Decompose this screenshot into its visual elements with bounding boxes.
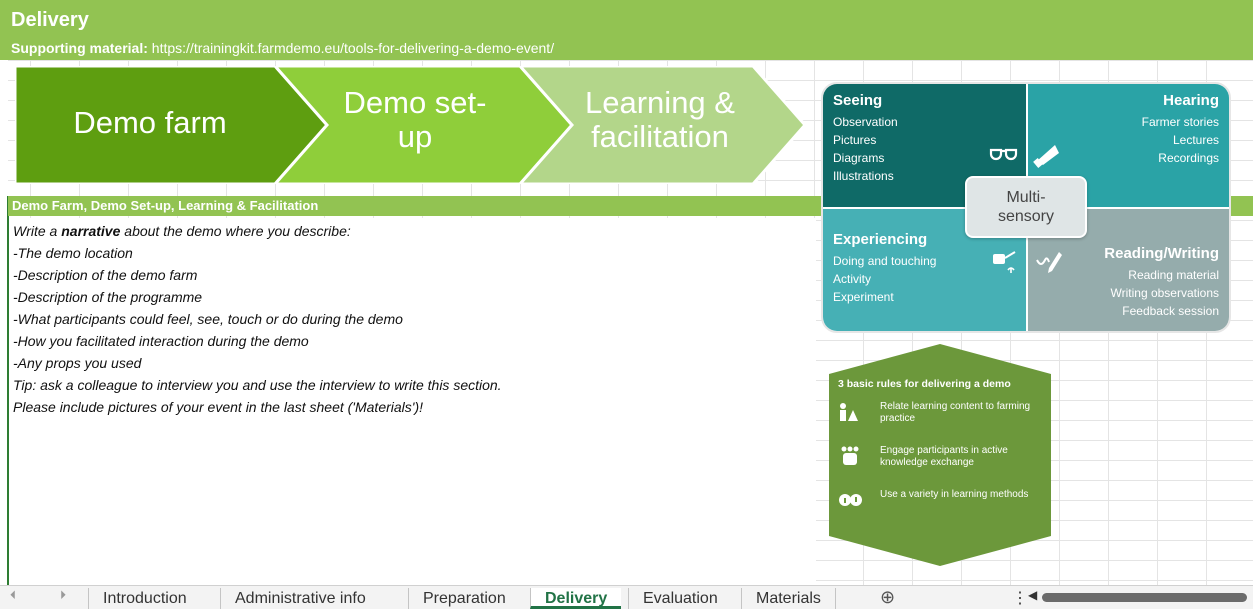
watering-can-icon xyxy=(993,251,1016,273)
reading-title: Reading/Writing xyxy=(1104,245,1219,262)
list-item: -Any props you used xyxy=(13,355,142,371)
experiencing-item: Activity xyxy=(833,272,872,286)
multisensory-diagram: Seeing Observation Pictures Diagrams Ill… xyxy=(821,82,1231,333)
hearing-title: Hearing xyxy=(1163,92,1219,109)
rule-item: Engage participants in active knowledge … xyxy=(838,445,1050,489)
page-title: Delivery xyxy=(11,9,89,31)
multisensory-center: Multi- sensory xyxy=(965,176,1087,238)
heads-icon xyxy=(839,494,862,506)
hearing-item: Recordings xyxy=(1158,151,1219,165)
tab-evaluation[interactable]: Evaluation xyxy=(628,588,732,609)
experiencing-item: Doing and touching xyxy=(833,254,937,268)
section-title: Demo Farm, Demo Set-up, Learning & Facil… xyxy=(12,198,319,213)
list-item: -The demo location xyxy=(13,245,133,261)
narrative-cell[interactable]: Write a narrative about the demo where y… xyxy=(13,220,813,418)
rule-item: Relate learning content to farming pract… xyxy=(838,401,1050,445)
tab-preparation[interactable]: Preparation xyxy=(408,588,520,609)
megaphone-icon xyxy=(1033,145,1059,168)
pictures-note: Please include pictures of your event in… xyxy=(13,399,423,415)
reading-item: Feedback session xyxy=(1122,304,1219,318)
hearing-item: Farmer stories xyxy=(1141,115,1219,129)
hearing-item: Lectures xyxy=(1172,133,1219,147)
chevron-label-demo-farm: Demo farm xyxy=(73,105,227,140)
chevron-label-learning: Learning & facilitation xyxy=(585,85,735,154)
teacher-icon xyxy=(840,403,858,421)
list-item: -Description of the demo farm xyxy=(13,267,198,283)
seeing-item: Observation xyxy=(833,115,898,129)
rule-item: Use a variety in learning methods xyxy=(838,489,1050,533)
tab-materials[interactable]: Materials xyxy=(741,588,836,609)
tab-administrative-info[interactable]: Administrative info xyxy=(220,588,380,609)
more-options-icon[interactable]: ⋮ xyxy=(1012,588,1028,608)
rule-text: Relate learning content to farming pract… xyxy=(880,401,1031,424)
rule-text: Use a variety in learning methods xyxy=(880,489,1029,500)
hscroll-left-icon[interactable]: ◀ xyxy=(1028,588,1037,602)
rule-text: Engage participants in active knowledge … xyxy=(880,445,1008,468)
supporting-material-link[interactable]: https://trainingkit.farmdemo.eu/tools-fo… xyxy=(152,40,554,56)
list-item: -What participants could feel, see, touc… xyxy=(13,311,403,327)
glasses-icon xyxy=(989,148,1018,161)
seeing-title: Seeing xyxy=(833,92,883,109)
experiencing-item: Experiment xyxy=(833,290,894,304)
group-icon xyxy=(841,446,859,465)
rules-title: 3 basic rules for delivering a demo xyxy=(838,378,1011,390)
sheet-tab-bar: ⏴ ⏵ Introduction Administrative info Pre… xyxy=(0,585,1253,609)
narrative-intro: Write a narrative about the demo where y… xyxy=(13,223,351,239)
list-item: -Description of the programme xyxy=(13,289,203,305)
list-item: -How you facilitated interaction during … xyxy=(13,333,309,349)
tip-text: Tip: ask a colleague to interview you an… xyxy=(13,377,502,393)
scroll-left-icon[interactable]: ⏴ xyxy=(10,588,16,603)
left-cell-border xyxy=(7,196,9,585)
rules-panel: 3 basic rules for delivering a demo Rela… xyxy=(838,378,1050,533)
tab-delivery[interactable]: Delivery xyxy=(530,588,622,609)
supporting-material: Supporting material: https://trainingkit… xyxy=(11,40,554,56)
supporting-material-label: Supporting material: xyxy=(11,40,148,56)
horizontal-scrollbar[interactable] xyxy=(1042,593,1247,602)
chevron-label-demo-setup: Demo set-up xyxy=(343,85,487,154)
tab-introduction[interactable]: Introduction xyxy=(88,588,201,609)
header-banner: Delivery Supporting material: https://tr… xyxy=(0,0,1253,60)
scroll-right-icon[interactable]: ⏵ xyxy=(60,588,66,603)
add-sheet-icon[interactable]: ⊕ xyxy=(880,587,895,608)
reading-item: Reading material xyxy=(1128,268,1219,282)
reading-item: Writing observations xyxy=(1110,286,1220,300)
pen-icon xyxy=(1036,252,1062,273)
